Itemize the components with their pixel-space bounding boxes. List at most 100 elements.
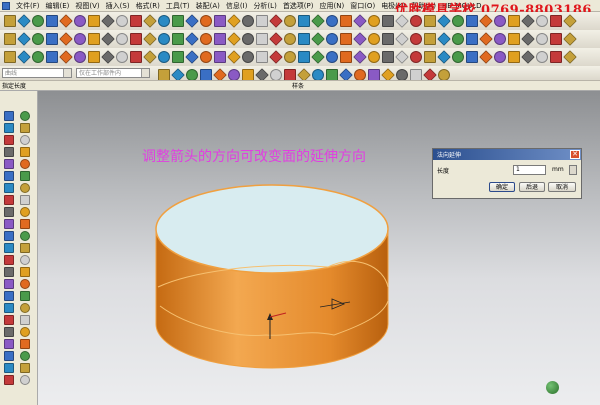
section-icon[interactable] bbox=[172, 51, 184, 63]
nav-icon[interactable] bbox=[4, 111, 14, 121]
nav-icon[interactable] bbox=[20, 255, 30, 265]
extrude-icon[interactable] bbox=[298, 33, 310, 45]
roles-icon[interactable] bbox=[4, 291, 14, 301]
print-icon[interactable] bbox=[326, 15, 338, 27]
undo-icon[interactable] bbox=[382, 15, 394, 27]
intersect-icon[interactable] bbox=[508, 33, 520, 45]
cut-icon[interactable] bbox=[340, 15, 352, 27]
split-icon[interactable] bbox=[242, 33, 254, 45]
spline-tool-icon[interactable] bbox=[297, 68, 311, 80]
delete-icon[interactable] bbox=[130, 15, 142, 27]
cancel-button[interactable]: 取消 bbox=[548, 182, 576, 192]
surface-icon[interactable] bbox=[4, 183, 14, 193]
select-icon[interactable] bbox=[158, 69, 170, 80]
open-folder-icon[interactable] bbox=[298, 15, 310, 27]
trim-icon[interactable] bbox=[130, 33, 142, 45]
settings-icon[interactable] bbox=[20, 231, 30, 241]
rotate-icon[interactable] bbox=[185, 14, 199, 28]
surface-icon[interactable] bbox=[20, 327, 30, 337]
length-input[interactable]: 1 bbox=[513, 165, 546, 175]
trim-icon[interactable] bbox=[410, 33, 422, 45]
ruled-icon[interactable] bbox=[550, 51, 562, 63]
join-icon[interactable] bbox=[479, 50, 493, 64]
snap-end-icon[interactable] bbox=[171, 68, 185, 80]
menu-format[interactable]: 格式(R) bbox=[133, 1, 163, 11]
point-icon[interactable] bbox=[269, 32, 283, 46]
delete-icon[interactable] bbox=[410, 15, 422, 27]
curve-icon[interactable] bbox=[101, 50, 115, 64]
info-icon[interactable] bbox=[4, 375, 14, 385]
through-curves-icon[interactable] bbox=[536, 51, 548, 63]
shell-icon[interactable] bbox=[116, 33, 128, 45]
polygon-icon[interactable] bbox=[74, 51, 86, 63]
unite-icon[interactable] bbox=[200, 33, 212, 45]
join-icon[interactable] bbox=[200, 51, 212, 63]
info-icon[interactable] bbox=[20, 219, 30, 229]
sketch-icon[interactable] bbox=[4, 33, 16, 45]
menu-info[interactable]: 信息(I) bbox=[223, 1, 251, 11]
check-icon[interactable] bbox=[4, 363, 14, 373]
layer-icon[interactable] bbox=[4, 159, 14, 169]
render-icon[interactable] bbox=[536, 15, 548, 27]
reuse-icon[interactable] bbox=[4, 135, 14, 145]
chevron-down-icon[interactable] bbox=[141, 69, 149, 77]
tool-icon[interactable] bbox=[4, 303, 14, 313]
rectangle-icon[interactable] bbox=[59, 50, 73, 64]
subtract-icon[interactable] bbox=[494, 33, 506, 45]
curve-icon[interactable] bbox=[20, 315, 30, 325]
line-icon[interactable] bbox=[563, 50, 577, 64]
select-icon[interactable] bbox=[368, 69, 380, 80]
unite-icon[interactable] bbox=[479, 32, 493, 46]
extrude-icon[interactable] bbox=[17, 32, 31, 46]
paste-icon[interactable] bbox=[88, 15, 100, 27]
revolve-icon[interactable] bbox=[32, 33, 44, 45]
mirror-icon[interactable] bbox=[185, 32, 199, 46]
through-curves-icon[interactable] bbox=[256, 51, 268, 63]
reuse-icon[interactable] bbox=[20, 279, 30, 289]
ruled-icon[interactable] bbox=[269, 50, 283, 64]
history-icon[interactable] bbox=[4, 279, 14, 289]
drafting-icon[interactable] bbox=[4, 195, 14, 205]
back-button[interactable]: 后退 bbox=[519, 182, 545, 192]
menu-preferences[interactable]: 首选项(P) bbox=[280, 1, 317, 11]
web-icon[interactable] bbox=[4, 147, 14, 157]
hole-icon[interactable] bbox=[46, 33, 58, 45]
offset-curve-icon[interactable] bbox=[410, 51, 422, 63]
filter-icon[interactable] bbox=[326, 69, 338, 80]
polygon-icon[interactable] bbox=[353, 50, 367, 64]
assembly-icon[interactable] bbox=[4, 123, 14, 133]
menu-tools[interactable]: 工具(T) bbox=[163, 1, 193, 11]
plus-icon[interactable] bbox=[270, 69, 282, 80]
pattern-icon[interactable] bbox=[172, 33, 184, 45]
shell-icon[interactable] bbox=[395, 32, 409, 46]
trim-curve-icon[interactable] bbox=[214, 51, 226, 63]
snap-mid-icon[interactable] bbox=[186, 69, 198, 80]
curve-icon[interactable] bbox=[382, 51, 394, 63]
paste-icon[interactable] bbox=[368, 15, 380, 27]
extract-icon[interactable] bbox=[466, 51, 478, 63]
render-icon[interactable] bbox=[256, 15, 268, 27]
bridge-icon[interactable] bbox=[116, 51, 128, 63]
extract-icon[interactable] bbox=[185, 50, 199, 64]
mesh-icon[interactable] bbox=[4, 339, 14, 349]
type-filter-combo[interactable]: 曲线 bbox=[2, 68, 72, 78]
spline-icon[interactable] bbox=[326, 51, 338, 63]
help-icon[interactable] bbox=[4, 231, 14, 241]
surface-icon[interactable] bbox=[242, 51, 254, 63]
project-icon[interactable] bbox=[143, 50, 157, 64]
curve-icon[interactable] bbox=[4, 171, 14, 181]
boss-icon[interactable] bbox=[59, 32, 73, 46]
surface-model[interactable] bbox=[38, 91, 600, 405]
help-icon[interactable] bbox=[20, 375, 30, 385]
offset-curve-icon[interactable] bbox=[130, 51, 142, 63]
open-folder-icon[interactable] bbox=[17, 14, 31, 28]
redo-icon[interactable] bbox=[116, 15, 128, 27]
circle-icon[interactable] bbox=[311, 50, 325, 64]
measure-icon[interactable] bbox=[4, 219, 14, 229]
mesh-icon[interactable] bbox=[20, 183, 30, 193]
close-icon[interactable]: ✕ bbox=[570, 150, 580, 159]
cylinder-top-face[interactable] bbox=[155, 184, 389, 274]
save-icon[interactable] bbox=[32, 15, 44, 27]
refresh-icon[interactable] bbox=[269, 14, 283, 28]
app-icon[interactable] bbox=[2, 1, 10, 10]
